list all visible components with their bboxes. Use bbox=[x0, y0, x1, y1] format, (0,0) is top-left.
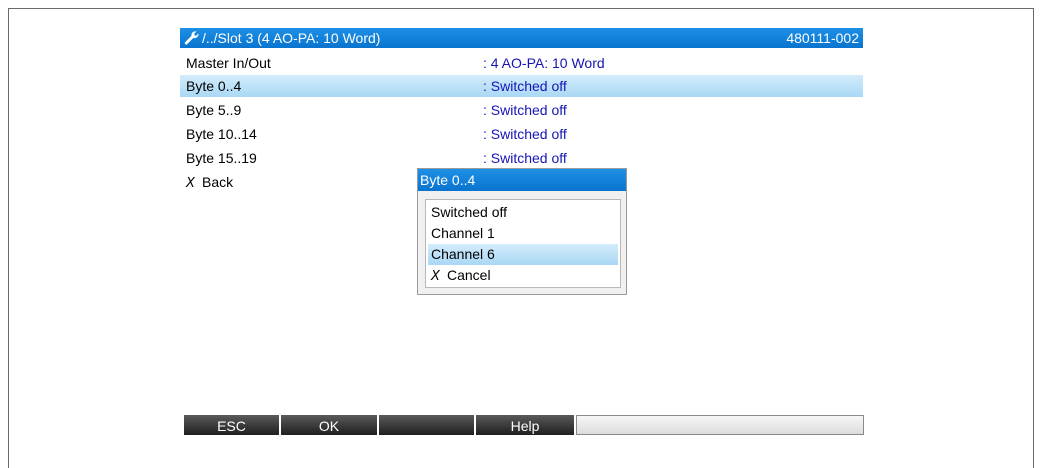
cancel-x-icon: X bbox=[431, 269, 440, 284]
back-x-icon: X bbox=[186, 176, 195, 191]
selection-popup: Byte 0..4 Switched off Channel 1 Channel… bbox=[417, 168, 627, 295]
row-value: : Switched off bbox=[483, 150, 567, 166]
device-code: 480111-002 bbox=[786, 30, 859, 46]
empty-softkey-slot bbox=[576, 415, 864, 435]
wrench-icon bbox=[184, 31, 199, 45]
setting-row-master-in-out[interactable]: Master In/Out : 4 AO-PA: 10 Word bbox=[180, 52, 863, 74]
cancel-label: Cancel bbox=[447, 267, 491, 283]
option-cancel[interactable]: X Cancel bbox=[428, 265, 618, 286]
title-bar: /../Slot 3 (4 AO-PA: 10 Word) 480111-002 bbox=[180, 28, 863, 48]
popup-option-list: Switched off Channel 1 Channel 6 X Cancel bbox=[425, 199, 621, 288]
row-value: : 4 AO-PA: 10 Word bbox=[483, 55, 605, 71]
back-content: X Back bbox=[186, 171, 233, 195]
option-switched-off[interactable]: Switched off bbox=[428, 202, 618, 223]
row-label: Byte 15..19 bbox=[186, 150, 257, 166]
setting-row-byte-15-19[interactable]: Byte 15..19 : Switched off bbox=[180, 147, 863, 169]
setting-row-byte-10-14[interactable]: Byte 10..14 : Switched off bbox=[180, 123, 863, 145]
row-value: : Switched off bbox=[483, 102, 567, 118]
setting-row-byte-5-9[interactable]: Byte 5..9 : Switched off bbox=[180, 99, 863, 121]
setting-row-byte-0-4[interactable]: Byte 0..4 : Switched off bbox=[180, 75, 863, 97]
breadcrumb-path: /../Slot 3 (4 AO-PA: 10 Word) bbox=[202, 30, 381, 46]
softkey-bar: ESC OK Help bbox=[184, 415, 864, 435]
row-label: Byte 5..9 bbox=[186, 102, 242, 118]
help-softkey[interactable]: Help bbox=[476, 415, 576, 435]
option-channel-1[interactable]: Channel 1 bbox=[428, 223, 618, 244]
row-label: Byte 0..4 bbox=[186, 78, 242, 94]
popup-title: Byte 0..4 bbox=[418, 169, 626, 191]
esc-softkey[interactable]: ESC bbox=[184, 415, 281, 435]
row-label: Master In/Out bbox=[186, 55, 271, 71]
ok-softkey[interactable]: OK bbox=[281, 415, 379, 435]
back-label: Back bbox=[202, 174, 234, 190]
row-value: : Switched off bbox=[483, 126, 567, 142]
row-label: Byte 10..14 bbox=[186, 126, 257, 142]
option-channel-6[interactable]: Channel 6 bbox=[428, 244, 618, 265]
row-value: : Switched off bbox=[483, 78, 567, 94]
blank-softkey[interactable] bbox=[379, 415, 476, 435]
